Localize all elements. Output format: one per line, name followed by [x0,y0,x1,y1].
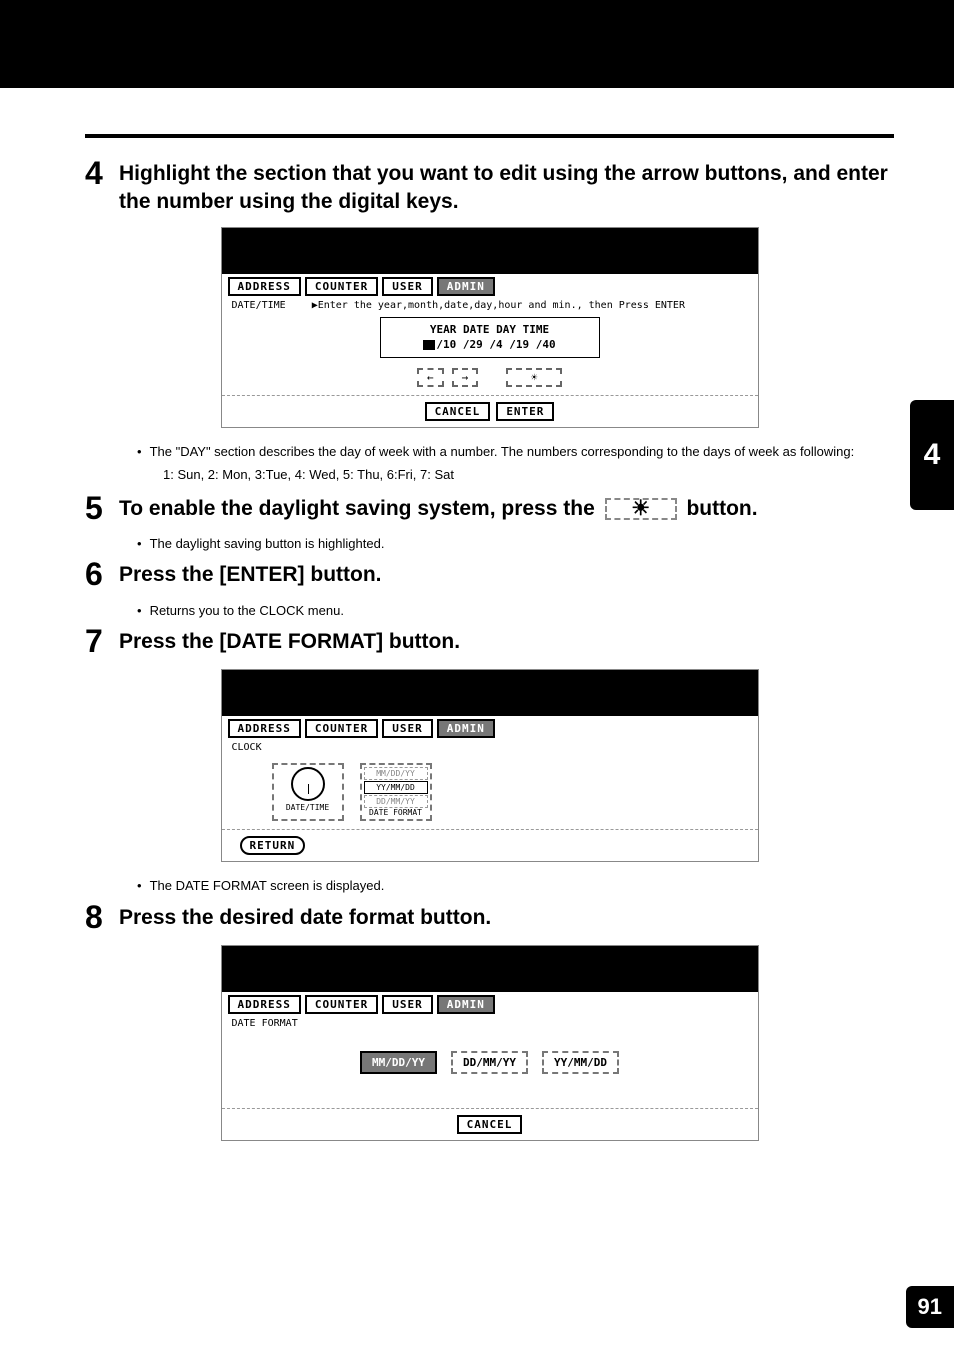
step5-text-after: button. [686,497,757,520]
page-content: 4 Highlight the section that you want to… [0,88,954,1141]
arrow-right-button[interactable]: → [452,368,479,387]
step7-bullet-text: The DATE FORMAT screen is displayed. [150,876,385,896]
fields-header: YEAR DATE DAY TIME [389,322,591,337]
screen-label: DATE FORMAT [232,1018,748,1029]
step-number: 4 [85,156,119,217]
tab-counter[interactable]: COUNTER [305,719,378,738]
date-time-button[interactable]: DATE/TIME [272,763,344,821]
tab-user[interactable]: USER [382,995,433,1014]
enter-button[interactable]: ENTER [496,402,554,421]
screenshot-date-format: ADDRESS COUNTER USER ADMIN DATE FORMAT M… [221,945,759,1141]
cursor-icon [423,340,435,350]
format-yymmdd-button[interactable]: YY/MM/DD [542,1051,619,1074]
step-7: 7 Press the [DATE FORMAT] button. [85,624,894,659]
tab-address[interactable]: ADDRESS [228,995,301,1014]
step-number: 8 [85,900,119,935]
step-number: 5 [85,491,119,526]
step-5: 5 To enable the daylight saving system, … [85,491,894,526]
screenshot-date-time: ADDRESS COUNTER USER ADMIN DATE/TIME ▶En… [221,227,759,428]
tab-admin[interactable]: ADMIN [437,995,495,1014]
tab-counter[interactable]: COUNTER [305,995,378,1014]
screen-label: DATE/TIME [232,300,286,311]
step6-bullet-text: Returns you to the CLOCK menu. [150,601,344,621]
fields-values: /10 /29 /4 /19 /40 [436,338,555,351]
return-button[interactable]: RETURN [240,836,306,855]
step6-note: • Returns you to the CLOCK menu. [137,601,894,621]
date-format-button[interactable]: MM/DD/YY YY/MM/DD DD/MM/YY DATE FORMAT [360,763,432,821]
format-ddmmyy-button[interactable]: DD/MM/YY [451,1051,528,1074]
tab-user[interactable]: USER [382,277,433,296]
step4-note: • The "DAY" section describes the day of… [137,442,894,462]
bullet-dot: • [137,534,142,554]
page-header-band [0,0,954,88]
tab-address[interactable]: ADDRESS [228,719,301,738]
divider [85,134,894,138]
step4-bullet-text: The "DAY" section describes the day of w… [150,442,855,462]
step-8: 8 Press the desired date format button. [85,900,894,935]
date-time-label: DATE/TIME [276,803,340,812]
sun-icon: ☀ [631,495,650,523]
step-instruction: Highlight the section that you want to e… [119,156,894,217]
dst-inline-button[interactable]: ☀ [605,498,677,520]
tab-user[interactable]: USER [382,719,433,738]
step-number: 6 [85,557,119,592]
step4-note-line2: 1: Sun, 2: Mon, 3:Tue, 4: Wed, 5: Thu, 6… [163,465,894,485]
clock-icon [291,767,325,801]
dst-button[interactable]: ☀ [506,368,562,387]
bullet-dot: • [137,442,142,462]
fmt-opt-1: MM/DD/YY [364,767,428,780]
step-number: 7 [85,624,119,659]
tab-address[interactable]: ADDRESS [228,277,301,296]
step7-note: • The DATE FORMAT screen is displayed. [137,876,894,896]
step-instruction: Press the [DATE FORMAT] button. [119,624,460,659]
step5-bullet-text: The daylight saving button is highlighte… [150,534,385,554]
cancel-button[interactable]: CANCEL [425,402,491,421]
step-instruction: To enable the daylight saving system, pr… [119,491,758,526]
arrow-left-button[interactable]: ← [417,368,444,387]
screen-label: CLOCK [232,742,748,753]
format-mmddyy-button[interactable]: MM/DD/YY [360,1051,437,1074]
date-format-label: DATE FORMAT [364,808,428,817]
screen-tabs: ADDRESS COUNTER USER ADMIN [222,992,758,1014]
chapter-tab: 4 [910,400,954,510]
screen-prompt: ▶Enter the year,month,date,day,hour and … [312,300,685,311]
fmt-opt-2: YY/MM/DD [364,781,428,794]
date-entry-box: YEAR DATE DAY TIME /10 /29 /4 /19 /40 [380,317,600,358]
screen-tabs: ADDRESS COUNTER USER ADMIN [222,716,758,738]
screen-topbar [222,946,758,992]
screen-tabs: ADDRESS COUNTER USER ADMIN [222,274,758,296]
bullet-dot: • [137,601,142,621]
cancel-button[interactable]: CANCEL [457,1115,523,1134]
tab-admin[interactable]: ADMIN [437,277,495,296]
step-4: 4 Highlight the section that you want to… [85,156,894,217]
screen-topbar [222,228,758,274]
screenshot-clock: ADDRESS COUNTER USER ADMIN CLOCK DATE/TI… [221,669,759,862]
screen-topbar [222,670,758,716]
step-instruction: Press the desired date format button. [119,900,491,935]
bullet-dot: • [137,876,142,896]
step5-text-before: To enable the daylight saving system, pr… [119,497,595,520]
fmt-opt-3: DD/MM/YY [364,795,428,808]
page-number: 91 [906,1286,954,1328]
step-instruction: Press the [ENTER] button. [119,557,382,592]
step-6: 6 Press the [ENTER] button. [85,557,894,592]
tab-counter[interactable]: COUNTER [305,277,378,296]
step5-note: • The daylight saving button is highligh… [137,534,894,554]
tab-admin[interactable]: ADMIN [437,719,495,738]
